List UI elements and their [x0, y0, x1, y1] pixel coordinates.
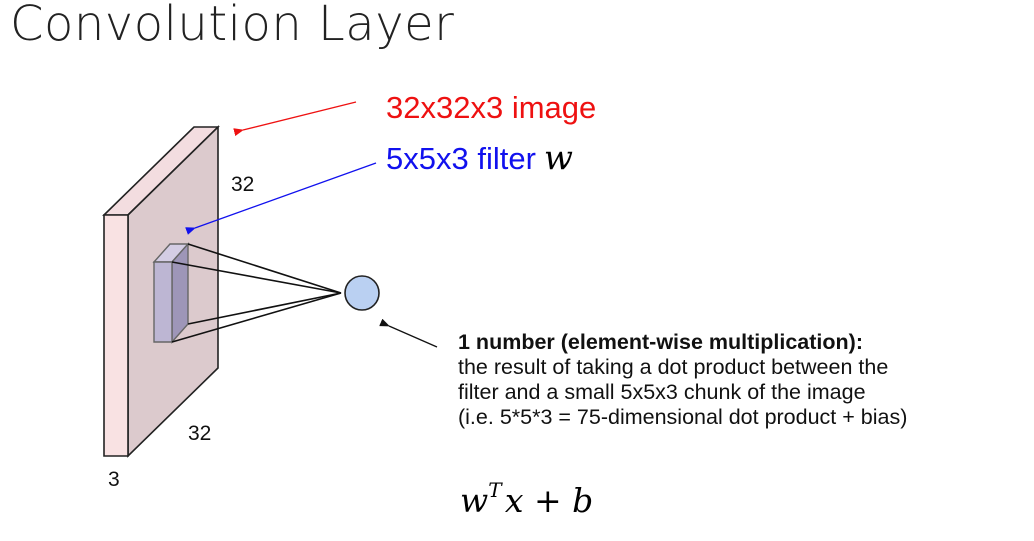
input-volume-front — [103, 214, 129, 457]
filter-side — [171, 242, 189, 344]
slide-title: Convolution Layer — [10, 0, 455, 52]
filter-label-text: 5x5x3 filter — [386, 141, 536, 176]
image-arrow — [233, 101, 357, 137]
dot-product-formula: wT x + b — [460, 478, 593, 520]
output-neuron — [344, 275, 380, 311]
convolution-diagram — [102, 101, 438, 458]
output-description: 1 number (element-wise multiplication): … — [458, 330, 907, 430]
image-label: 32x32x3 image — [386, 90, 597, 125]
width-dimension-label: 32 — [188, 422, 212, 445]
description-heading: 1 number (element-wise multiplication): — [458, 330, 863, 354]
filter-symbol: w — [543, 138, 574, 178]
filter-arrow — [185, 162, 377, 235]
description-line: the result of taking a dot product betwe… — [458, 355, 889, 379]
formula-rest: x + b — [504, 481, 594, 520]
filter-label: 5x5x3 filter w — [386, 138, 573, 178]
description-line: filter and a small 5x5x3 chunk of the im… — [458, 380, 866, 404]
height-dimension-label: 32 — [231, 173, 255, 196]
filter-front — [153, 261, 173, 343]
formula-transpose: T — [488, 478, 502, 502]
formula-w: w — [460, 481, 489, 520]
filter-block — [152, 242, 190, 344]
output-arrow — [379, 318, 438, 348]
slide: Convolution Layer 32x32x3 image 5x5x3 fi… — [0, 0, 1034, 541]
description-line: (i.e. 5*5*3 = 75-dimensional dot product… — [458, 405, 908, 429]
depth-dimension-label: 3 — [108, 468, 120, 491]
